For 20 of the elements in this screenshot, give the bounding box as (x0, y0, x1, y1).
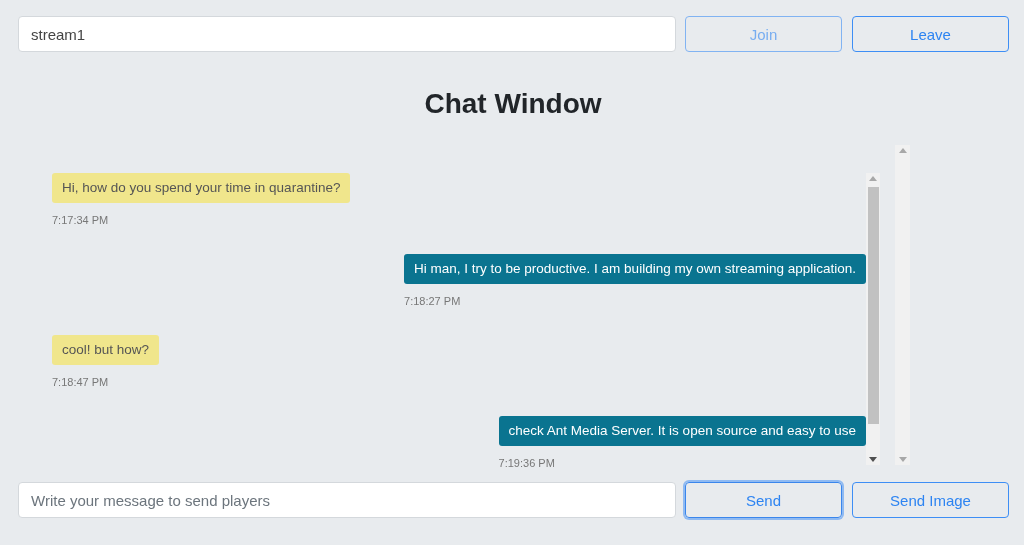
scrollbar-thumb[interactable] (867, 187, 879, 424)
scrollbar-track[interactable] (866, 173, 880, 465)
message-timestamp: 7:19:36 PM (498, 457, 555, 469)
message-timestamp: 7:17:34 PM (52, 214, 109, 226)
message-bubble: Hi man, I try to be productive. I am building my own streaming application. (404, 254, 866, 284)
scroll-up-arrow-icon[interactable] (898, 148, 907, 153)
message-timestamp: 7:18:27 PM (404, 295, 461, 307)
scroll-up-arrow-icon[interactable] (869, 176, 877, 181)
page-title: Chat Window (424, 87, 602, 121)
message-bubble: cool! but how? (52, 335, 160, 365)
leave-button[interactable]: Leave (852, 16, 1009, 52)
message-bubble: Hi, how do you spend your time in quarantine? (52, 173, 351, 203)
scroll-down-arrow-icon[interactable] (869, 457, 877, 462)
send-image-button[interactable]: Send Image (852, 482, 1009, 518)
send-button[interactable]: Send (685, 482, 842, 518)
message-bubble: check Ant Media Server. It is open source and easy to use (498, 416, 866, 446)
message-timestamp: 7:18:47 PM (52, 376, 109, 388)
message-input-field[interactable]: Write your message to send players (18, 482, 676, 518)
scrollbar-track[interactable] (895, 145, 910, 465)
stream-name-field[interactable]: stream1 (18, 16, 676, 52)
